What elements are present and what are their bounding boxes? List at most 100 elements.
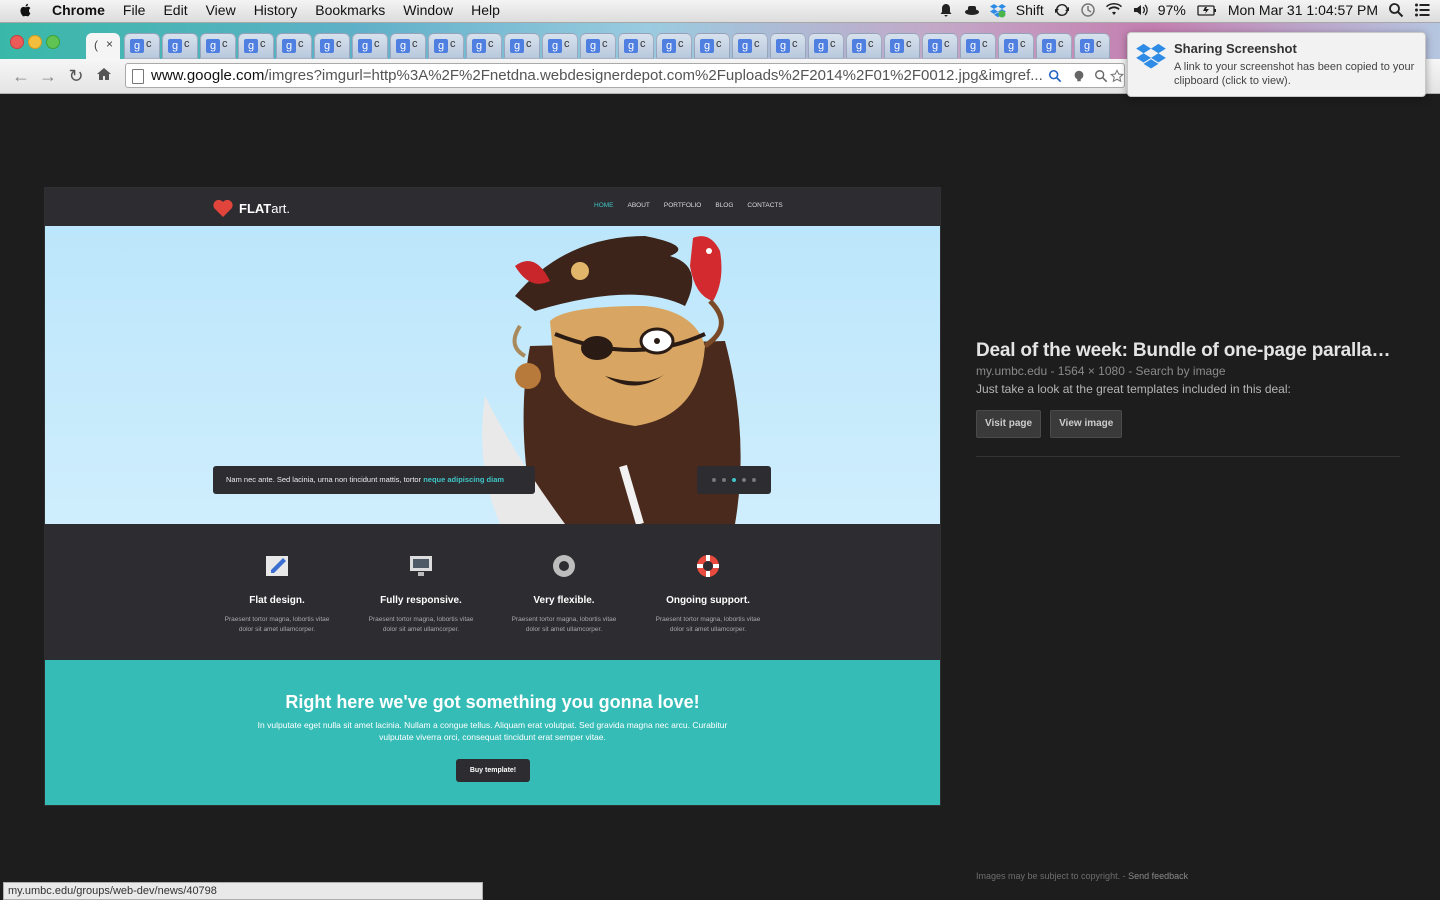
preview-nav-about: ABOUT — [627, 202, 650, 209]
url-path: /imgres?imgurl=http%3A%2F%2Fnetdna.webde… — [264, 67, 1043, 84]
google-favicon-icon: g — [624, 39, 638, 53]
tab-google-images[interactable]: gc — [276, 33, 312, 59]
tab-google-images[interactable]: gc — [770, 33, 806, 59]
google-favicon-icon: g — [130, 39, 144, 53]
view-image-button[interactable]: View image — [1050, 410, 1123, 438]
preview-cta: Right here we've got something you gonna… — [45, 660, 940, 805]
tab-label: c — [260, 38, 266, 50]
tab-active[interactable]: ( × — [86, 33, 120, 59]
image-meta[interactable]: my.umbc.edu - 1564 × 1080 - Search by im… — [976, 364, 1400, 378]
tab-google-images[interactable]: gc — [390, 33, 426, 59]
tab-google-images[interactable]: gc — [124, 33, 160, 59]
tab-google-images[interactable]: gc — [542, 33, 578, 59]
preview-slider-caption: Nam nec ante. Sed lacinia, urna non tinc… — [213, 466, 535, 494]
search-by-image-icon[interactable] — [1048, 69, 1062, 83]
image-info-panel: Deal of the week: Bundle of one-page par… — [976, 340, 1400, 457]
clock[interactable]: Mon Mar 31 1:04:57 PM — [1228, 2, 1378, 18]
battery-icon[interactable] — [1196, 2, 1218, 18]
extension-icon[interactable] — [1072, 69, 1086, 83]
forward-button[interactable]: → — [38, 66, 58, 86]
menu-view[interactable]: View — [206, 2, 236, 18]
menu-file[interactable]: File — [123, 2, 146, 18]
reload-button[interactable]: ↻ — [66, 66, 86, 86]
shift-status[interactable]: Shift — [1016, 2, 1044, 18]
menu-bookmarks[interactable]: Bookmarks — [315, 2, 385, 18]
google-favicon-icon: g — [1080, 39, 1094, 53]
tab-google-images[interactable]: gc — [1036, 33, 1072, 59]
window-minimize-button[interactable] — [28, 35, 42, 49]
address-bar-url[interactable]: www.google.com/imgres?imgurl=http%3A%2F%… — [151, 67, 1046, 84]
tab-google-images[interactable]: gc — [1074, 33, 1110, 59]
tab-google-images[interactable]: gc — [884, 33, 920, 59]
preview-nav: HOME ABOUT PORTFOLIO BLOG CONTACTS — [594, 202, 783, 209]
menu-help[interactable]: Help — [471, 2, 500, 18]
tab-google-images[interactable]: gc — [846, 33, 882, 59]
status-bar-url: my.umbc.edu/groups/web-dev/news/40798 — [3, 882, 483, 900]
home-button[interactable] — [94, 66, 114, 86]
window-zoom-button[interactable] — [46, 35, 60, 49]
tab-google-images[interactable]: gc — [162, 33, 198, 59]
tab-google-images[interactable]: gc — [922, 33, 958, 59]
tab-google-images[interactable]: gc — [428, 33, 464, 59]
tab-label: c — [564, 38, 570, 50]
menu-edit[interactable]: Edit — [163, 2, 187, 18]
image-title-link[interactable]: Deal of the week: Bundle of one-page par… — [976, 340, 1400, 362]
preview-feature: Fully responsive. Praesent tortor magna,… — [361, 552, 481, 635]
google-favicon-icon: g — [206, 39, 220, 53]
menu-app-name[interactable]: Chrome — [52, 2, 105, 18]
tab-google-images[interactable]: gc — [998, 33, 1034, 59]
preview-cta-text: In vulputate eget nulla sit amet lacinia… — [257, 720, 728, 742]
sync-icon[interactable] — [1054, 2, 1070, 18]
volume-icon[interactable] — [1132, 2, 1148, 18]
dropbox-icon[interactable] — [989, 2, 1006, 18]
dark-hat-icon[interactable] — [964, 2, 980, 18]
preview-nav-portfolio: PORTFOLIO — [663, 202, 702, 209]
tab-google-images[interactable]: gc — [960, 33, 996, 59]
tab-google-images[interactable]: gc — [238, 33, 274, 59]
image-preview[interactable]: FLATart. HOME ABOUT PORTFOLIO BLOG CONTA… — [45, 188, 940, 805]
wifi-icon[interactable] — [1105, 2, 1122, 18]
tab-google-images[interactable]: gc — [732, 33, 768, 59]
preview-feature: Very flexible. Praesent tortor magna, lo… — [504, 552, 624, 635]
menu-history[interactable]: History — [254, 2, 298, 18]
preview-feature-title: Ongoing support. — [666, 595, 750, 606]
tab-google-images[interactable]: gc — [466, 33, 502, 59]
google-favicon-icon: g — [168, 39, 182, 53]
battery-percent[interactable]: 97% — [1158, 2, 1186, 18]
preview-buy-button: Buy template! — [456, 759, 530, 782]
menu-window[interactable]: Window — [403, 2, 453, 18]
notification-body: A link to your screenshot has been copie… — [1174, 61, 1415, 87]
spotlight-search-icon[interactable] — [1388, 2, 1404, 18]
visit-page-button[interactable]: Visit page — [976, 410, 1042, 438]
tab-google-images[interactable]: gc — [808, 33, 844, 59]
slider-dot — [712, 478, 716, 482]
bookmark-star-icon[interactable] — [1110, 69, 1124, 83]
tab-label: c — [640, 38, 646, 50]
send-feedback-link[interactable]: Send feedback — [1128, 871, 1188, 881]
tab-label: c — [792, 38, 798, 50]
bell-icon[interactable] — [938, 2, 954, 18]
tab-google-images[interactable]: gc — [504, 33, 540, 59]
tab-close-icon[interactable]: × — [106, 37, 113, 51]
notification-center-icon[interactable] — [1414, 2, 1430, 18]
screenshot-notification[interactable]: Sharing Screenshot A link to your screen… — [1127, 32, 1426, 97]
tab-google-images[interactable]: gc — [656, 33, 692, 59]
back-button[interactable]: ← — [11, 66, 31, 86]
google-favicon-icon: g — [358, 39, 372, 53]
preview-nav-blog: BLOG — [715, 202, 734, 209]
tab-google-images[interactable]: gc — [694, 33, 730, 59]
tab-google-images[interactable]: gc — [314, 33, 350, 59]
tab-google-images[interactable]: gc — [200, 33, 236, 59]
zoom-icon[interactable] — [1094, 69, 1108, 83]
window-close-button[interactable] — [10, 35, 24, 49]
tab-google-images[interactable]: gc — [352, 33, 388, 59]
preview-feature: Ongoing support. Praesent tortor magna, … — [648, 552, 768, 635]
tab-google-images[interactable]: gc — [580, 33, 616, 59]
slider-dot — [722, 478, 726, 482]
address-bar[interactable]: www.google.com/imgres?imgurl=http%3A%2F%… — [125, 63, 1125, 88]
tab-google-images[interactable]: gc — [618, 33, 654, 59]
apple-icon[interactable] — [18, 2, 34, 18]
preview-feature-desc: Praesent tortor magna, lobortis vitae do… — [224, 616, 330, 633]
time-machine-icon[interactable] — [1080, 2, 1096, 18]
preview-feature-desc: Praesent tortor magna, lobortis vitae do… — [368, 616, 474, 633]
